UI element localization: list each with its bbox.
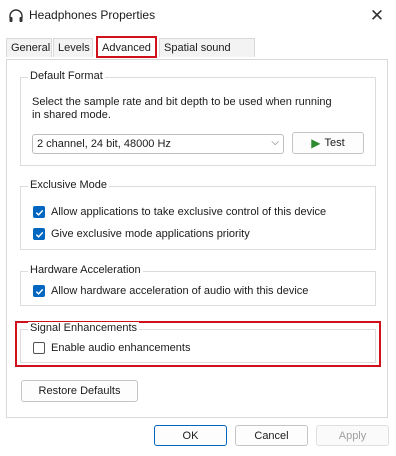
tab-spatial-sound[interactable]: Spatial sound bbox=[159, 38, 255, 57]
hardware-acceleration-option-label: Allow hardware acceleration of audio wit… bbox=[51, 285, 309, 297]
cancel-button-label: Cancel bbox=[254, 429, 289, 442]
tab-advanced[interactable]: Advanced bbox=[96, 36, 157, 58]
test-button-label: Test bbox=[324, 137, 345, 149]
exclusive-priority-checkbox[interactable]: Give exclusive mode applications priorit… bbox=[33, 228, 250, 240]
tab-general[interactable]: General bbox=[6, 38, 52, 57]
close-icon: ✕ bbox=[369, 5, 385, 25]
tab-panel-advanced: Default Format Select the sample rate an… bbox=[6, 59, 388, 418]
exclusive-control-checkbox[interactable]: Allow applications to take exclusive con… bbox=[33, 206, 326, 218]
default-format-group: Default Format Select the sample rate an… bbox=[20, 70, 377, 166]
title-bar: Headphones Properties ✕ bbox=[0, 0, 396, 31]
hardware-acceleration-group: Hardware Acceleration Allow hardware acc… bbox=[20, 264, 376, 306]
hardware-acceleration-label: Hardware Acceleration bbox=[28, 264, 143, 276]
default-format-value: 2 channel, 24 bit, 48000 Hz bbox=[37, 138, 171, 150]
description-line-2: in shared mode. bbox=[32, 109, 111, 121]
test-button[interactable]: ▶ Test bbox=[292, 132, 364, 154]
checkbox-checked-icon bbox=[33, 206, 45, 218]
cancel-button[interactable]: Cancel bbox=[235, 425, 308, 446]
default-format-select[interactable]: 2 channel, 24 bit, 48000 Hz ⌵ bbox=[32, 134, 284, 154]
enable-enhancements-label: Enable audio enhancements bbox=[51, 342, 191, 354]
description-line-1: Select the sample rate and bit depth to … bbox=[32, 96, 332, 108]
hardware-acceleration-checkbox[interactable]: Allow hardware acceleration of audio wit… bbox=[33, 285, 308, 297]
enable-enhancements-checkbox[interactable]: Enable audio enhancements bbox=[33, 342, 190, 354]
play-icon: ▶ bbox=[311, 136, 321, 150]
apply-button[interactable]: Apply bbox=[316, 425, 389, 446]
close-button[interactable]: ✕ bbox=[358, 0, 396, 31]
headphones-icon bbox=[9, 9, 23, 22]
restore-defaults-label: Restore Defaults bbox=[38, 385, 121, 397]
apply-button-label: Apply bbox=[338, 429, 367, 442]
signal-enhancements-group: Signal Enhancements Enable audio enhance… bbox=[20, 322, 376, 363]
exclusive-mode-group: Exclusive Mode Allow applications to tak… bbox=[20, 179, 376, 250]
checkbox-checked-icon bbox=[33, 228, 45, 240]
exclusive-control-label: Allow applications to take exclusive con… bbox=[51, 206, 327, 218]
ok-button-label: OK bbox=[182, 429, 199, 442]
exclusive-mode-label: Exclusive Mode bbox=[28, 179, 110, 191]
window-title: Headphones Properties bbox=[29, 8, 156, 22]
restore-defaults-button[interactable]: Restore Defaults bbox=[21, 380, 138, 402]
checkbox-unchecked-icon bbox=[33, 342, 45, 354]
tab-levels[interactable]: Levels bbox=[53, 38, 93, 57]
exclusive-priority-label: Give exclusive mode applications priorit… bbox=[51, 228, 250, 240]
checkbox-checked-icon bbox=[33, 285, 45, 297]
chevron-down-icon: ⌵ bbox=[271, 137, 279, 148]
signal-enhancements-label: Signal Enhancements bbox=[28, 322, 140, 334]
ok-button[interactable]: OK bbox=[154, 425, 227, 446]
default-format-description: Select the sample rate and bit depth to … bbox=[32, 96, 377, 122]
default-format-label: Default Format bbox=[28, 70, 105, 82]
